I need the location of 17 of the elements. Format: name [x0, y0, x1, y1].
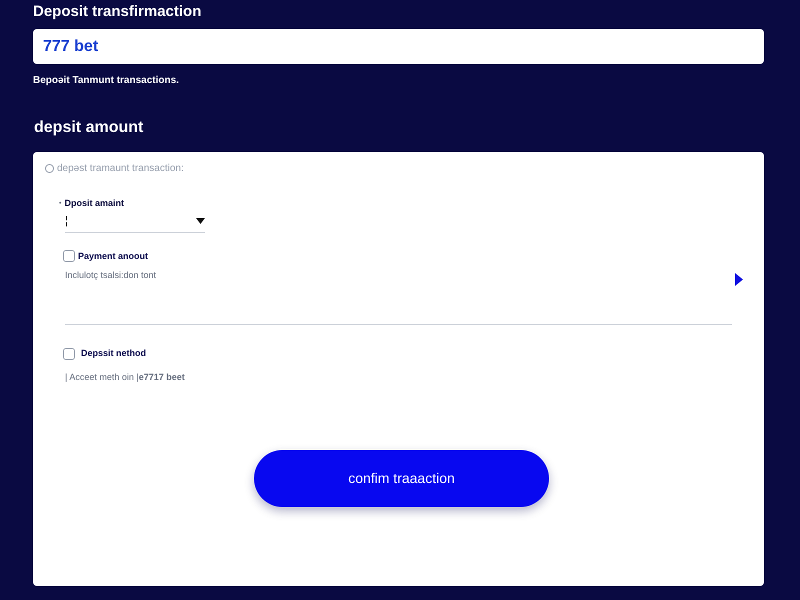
- section-title: depsit amount: [34, 118, 144, 138]
- page-title: Deposit transfirmaction: [33, 2, 202, 22]
- info-icon: [45, 164, 54, 173]
- confirm-button[interactable]: confim traaaction: [254, 450, 549, 507]
- field-label: Dposit amaint: [64, 197, 124, 210]
- method-text: | Acceet meth oin |e7717 beet: [65, 370, 186, 384]
- card-header: depəst tramaunt transaction:: [57, 162, 184, 176]
- input-field[interactable]: 777 bet: [33, 29, 764, 64]
- play-icon[interactable]: [735, 273, 743, 286]
- checkbox[interactable]: [63, 348, 75, 360]
- helper-text: Bepoəit Tanmunt transactions.: [33, 74, 180, 88]
- checkbox-label: Payment anoout: [78, 250, 148, 263]
- caret-icon: [196, 218, 205, 224]
- checkbox[interactable]: [63, 250, 75, 262]
- select-field[interactable]: ¦: [65, 210, 205, 232]
- checkbox-label: Depssit nethod: [81, 347, 146, 360]
- text-area[interactable]: Inclulotç tsalsi:don tont: [65, 269, 732, 325]
